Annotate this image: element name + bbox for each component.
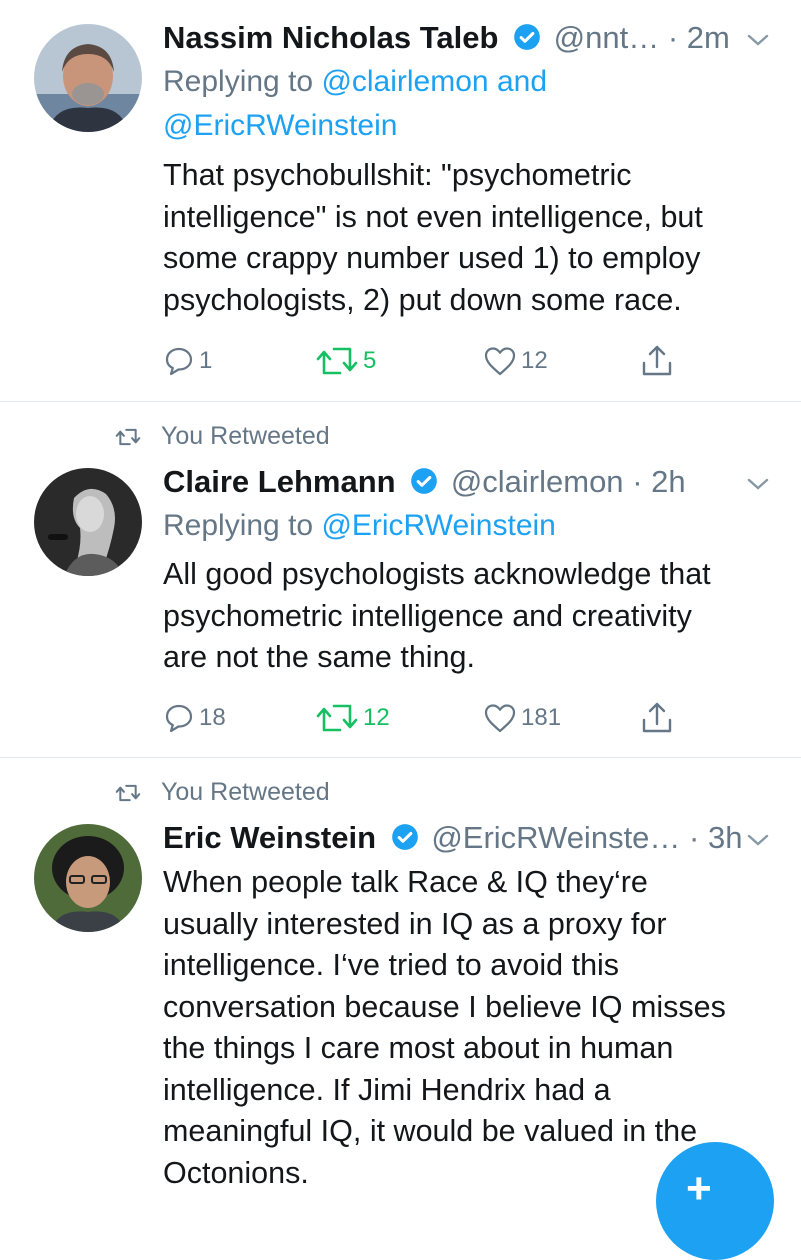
share-button[interactable] <box>639 341 679 381</box>
tweet-text-line: intelligence" is not even intelligence, … <box>163 199 703 234</box>
retweet-button[interactable]: 12 <box>315 698 390 738</box>
like-button[interactable]: 12 <box>483 341 548 381</box>
tweet-text-line: psychometric intelligence and creativity <box>163 598 692 633</box>
author-name[interactable]: Nassim Nicholas Taleb <box>163 20 498 55</box>
tweet-text: All good psychologists acknowledge that … <box>163 554 773 679</box>
tweet-actions: 1 5 12 <box>163 341 723 381</box>
mention-link[interactable]: @EricRWeinstein <box>321 509 555 542</box>
tweet-text: That psychobullshit: "psychometric intel… <box>163 155 773 321</box>
tweet-time: · 3h <box>689 820 743 855</box>
tweet-text-line: All good psychologists acknowledge that <box>163 557 711 591</box>
author-name[interactable]: Eric Weinstein <box>163 820 376 855</box>
mention-link[interactable]: @clairlemon <box>321 65 488 98</box>
replying-prefix: Replying to <box>163 65 322 98</box>
retweet-count: 5 <box>363 347 377 374</box>
retweet-button[interactable]: 5 <box>315 341 376 381</box>
replying-prefix: Replying to <box>163 509 322 542</box>
avatar-weinstein[interactable] <box>34 824 142 932</box>
tweet-text-line: When people talk Race & IQ they‘re <box>163 865 648 899</box>
tweet-text: When people talk Race & IQ they‘re usual… <box>163 862 773 1194</box>
chevron-down-icon[interactable] <box>746 832 770 848</box>
like-count: 181 <box>521 704 562 731</box>
author-handle[interactable]: @nnt… <box>554 20 660 55</box>
tweet-text-line: usually interested in IQ as a proxy for <box>163 906 667 941</box>
retweet-count: 12 <box>363 704 390 731</box>
share-icon <box>642 702 672 733</box>
author-handle[interactable]: @EricRWeinste… <box>431 820 680 855</box>
reply-button[interactable]: 1 <box>163 341 212 381</box>
retweeted-indicator: You Retweeted <box>115 422 330 451</box>
chevron-down-icon[interactable] <box>746 476 770 492</box>
like-button[interactable]: 181 <box>483 698 561 738</box>
tweet-header: Eric Weinstein @EricRWeinste… · 3h <box>163 818 742 858</box>
tweet-text-line: psychologists, 2) put down some race. <box>163 282 682 317</box>
tweet-time: · 2h <box>632 464 686 499</box>
chevron-down-icon[interactable] <box>746 32 770 48</box>
retweeted-label: You Retweeted <box>161 778 330 806</box>
compose-tweet-icon: + <box>686 1164 712 1213</box>
tweet-text-line: meaningful IQ, it would be valued in the <box>163 1114 698 1148</box>
heart-icon <box>484 347 516 376</box>
tweet-text-line: intelligence. If Jimi Hendrix had a <box>163 1072 611 1107</box>
retweet-icon <box>115 784 141 801</box>
verified-badge-icon <box>391 824 418 850</box>
retweet-icon <box>316 347 358 375</box>
tweet-text-line: some crappy number used 1) to employ <box>163 241 701 275</box>
tweet-lehmann[interactable]: You Retweeted Claire Lehmann @clairlemon… <box>0 402 801 757</box>
tweet-text-line: That psychobullshit: "psychometric <box>163 158 632 192</box>
author-handle[interactable]: @clairlemon <box>451 464 624 499</box>
tweet-actions: 18 12 181 <box>163 698 723 738</box>
tweet-taleb[interactable]: Nassim Nicholas Taleb @nnt… · 2m Replyin… <box>0 0 801 400</box>
reply-icon <box>165 347 193 376</box>
tweet-weinstein[interactable]: You Retweeted Eric Weinstein @EricRWeins… <box>0 758 801 1200</box>
mention-link[interactable]: @EricRWeinstein <box>163 109 397 142</box>
verified-badge-icon <box>514 24 540 50</box>
share-button[interactable] <box>639 698 679 738</box>
retweeted-label: You Retweeted <box>161 422 330 450</box>
tweet-text-line: are not the same thing. <box>163 640 475 674</box>
retweet-icon <box>316 704 358 732</box>
heart-icon <box>484 704 516 733</box>
compose-tweet-button[interactable]: + <box>656 1142 774 1260</box>
avatar-taleb[interactable] <box>34 24 142 132</box>
share-icon <box>642 345 672 376</box>
reply-icon <box>165 704 193 733</box>
replying-to: Replying to @clairlemon and @EricRWeinst… <box>163 60 547 148</box>
like-count: 12 <box>521 347 548 374</box>
tweet-header: Nassim Nicholas Taleb @nnt… · 2m <box>163 18 730 58</box>
reply-button[interactable]: 18 <box>163 698 226 738</box>
author-name[interactable]: Claire Lehmann <box>163 464 396 499</box>
reply-count: 18 <box>199 704 226 731</box>
retweeted-indicator: You Retweeted <box>115 778 330 807</box>
retweet-icon <box>115 428 141 445</box>
tweet-time: · 2m <box>667 20 730 55</box>
tweet-header: Claire Lehmann @clairlemon · 2h <box>163 462 686 502</box>
mention-and: and <box>488 65 547 98</box>
reply-count: 1 <box>199 347 213 374</box>
tweet-text-line: intelligence. I‘ve tried to avoid this <box>163 948 620 982</box>
tweet-text-line: the things I care most about in human <box>163 1031 674 1065</box>
replying-to: Replying to @EricRWeinstein <box>163 504 556 548</box>
verified-badge-icon <box>411 468 438 494</box>
tweet-text-line: conversation because I believe IQ misses <box>163 989 726 1024</box>
avatar-lehmann[interactable] <box>34 468 142 576</box>
